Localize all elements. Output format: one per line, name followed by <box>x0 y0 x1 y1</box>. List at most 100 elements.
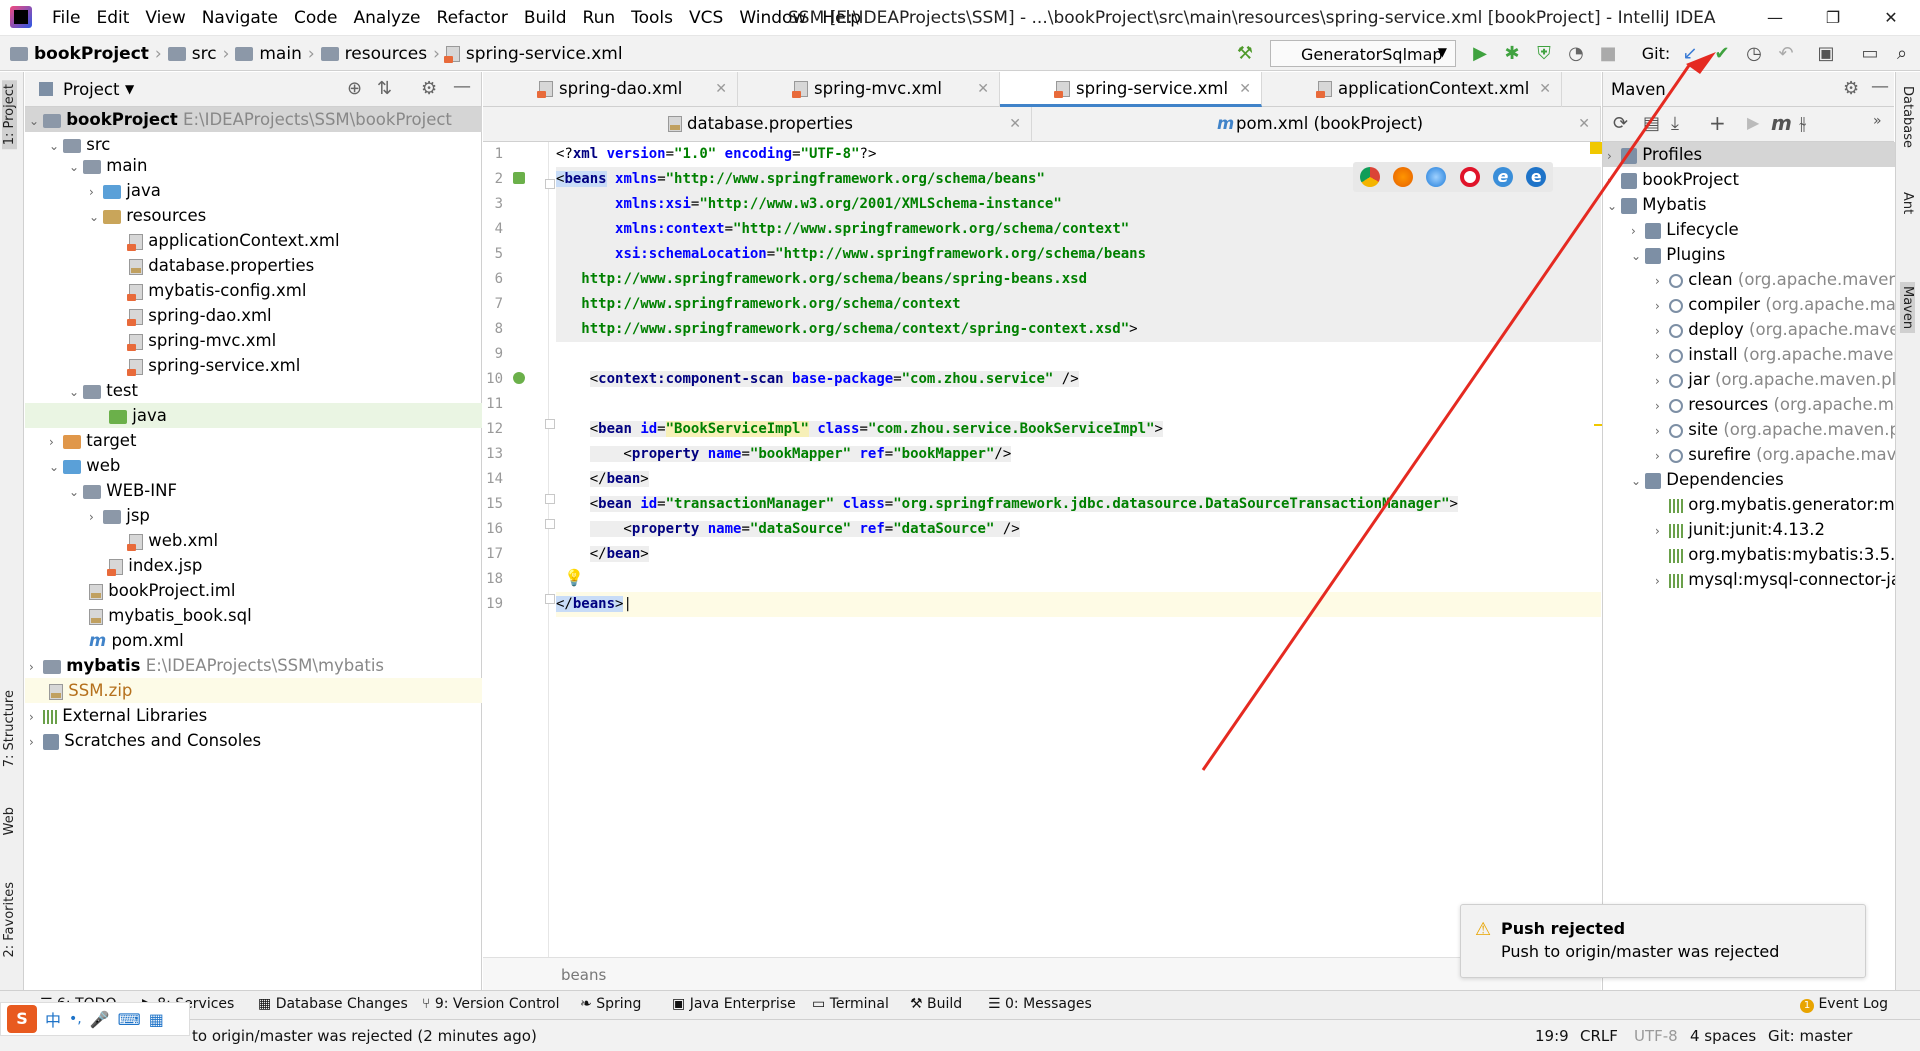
tree-item-mybatis-book-sql[interactable]: mybatis_book.sql <box>25 603 482 628</box>
maven-plugin-jar[interactable]: › jar (org.apache.maven.plu <box>1603 367 1895 392</box>
warning-marker-icon[interactable] <box>1590 142 1602 154</box>
fold-icon[interactable] <box>545 594 555 604</box>
run-icon[interactable]: ▶ <box>1470 44 1490 64</box>
tab-favorites[interactable]: 2: Favorites <box>2 882 17 958</box>
status-vcs-branch[interactable]: Git: master <box>1768 1027 1852 1045</box>
fold-icon[interactable] <box>545 494 555 504</box>
tool-version-control[interactable]: ⑂ 9: Version Control <box>422 996 559 1012</box>
apps-grid-icon[interactable]: ▦ <box>149 1010 164 1029</box>
crumb-main[interactable]: main <box>259 44 301 64</box>
spring-scan-icon[interactable] <box>513 372 525 384</box>
tree-item-spring-mvc[interactable]: spring-mvc.xml <box>25 328 482 353</box>
maven-plugin-compiler[interactable]: › compiler (org.apache.mav <box>1603 292 1895 317</box>
maven-plugin-install[interactable]: › install (org.apache.maven. <box>1603 342 1895 367</box>
punctuation-icon[interactable]: •, <box>69 1011 82 1027</box>
fold-icon[interactable] <box>545 179 555 189</box>
tree-item-database-properties[interactable]: database.properties <box>25 253 482 278</box>
microphone-icon[interactable]: 🎤 <box>90 1010 110 1029</box>
tree-item-spring-service[interactable]: spring-service.xml <box>25 353 482 378</box>
push-rejected-notification[interactable]: ⚠ Push rejected Push to origin/master wa… <box>1460 904 1866 978</box>
menu-edit[interactable]: Edit <box>88 8 137 28</box>
sogou-logo-icon[interactable]: S <box>7 1005 37 1033</box>
toggle-offline-icon[interactable]: ⫳ <box>1799 113 1806 134</box>
tab-maven[interactable]: Maven <box>1900 282 1915 334</box>
maven-dep-junit[interactable]: › junit:junit:4.13.2 <box>1603 517 1895 542</box>
search-icon[interactable]: ⌕ <box>1892 44 1912 64</box>
menu-code[interactable]: Code <box>286 8 346 28</box>
crumb-project[interactable]: bookProject <box>34 44 149 64</box>
tree-item-bookproject[interactable]: ⌄ bookProject E:\IDEAProjects\SSM\bookPr… <box>25 107 482 132</box>
menu-file[interactable]: File <box>44 8 88 28</box>
tab-spring-service[interactable]: spring-service.xml ✕ <box>1000 72 1262 107</box>
menu-tools[interactable]: Tools <box>623 8 681 28</box>
tree-item-java[interactable]: › java <box>25 178 482 203</box>
run-icon[interactable]: ▶ <box>1747 113 1759 132</box>
status-indent[interactable]: 4 spaces <box>1690 1027 1756 1045</box>
menu-view[interactable]: View <box>137 8 193 28</box>
editor-breadcrumb[interactable]: beans <box>483 957 1601 990</box>
reload-icon[interactable]: ⟳ <box>1613 113 1628 134</box>
tree-item-web[interactable]: ⌄ web <box>25 453 482 478</box>
tree-item-target[interactable]: › target <box>25 428 482 453</box>
tree-item-mybatis-config[interactable]: mybatis-config.xml <box>25 278 482 303</box>
tree-item-resources[interactable]: ⌄ resources <box>25 203 482 228</box>
menu-run[interactable]: Run <box>575 8 624 28</box>
tree-item-jsp[interactable]: › jsp <box>25 503 482 528</box>
keyboard-icon[interactable]: ⌨ <box>118 1010 141 1029</box>
opera-icon[interactable] <box>1459 167 1480 187</box>
tool-database-changes[interactable]: ▦ Database Changes <box>258 996 408 1012</box>
tab-web[interactable]: Web <box>2 807 17 835</box>
code-editor[interactable]: <?xml version="1.0" encoding="UTF-8"?> <… <box>556 142 1612 957</box>
tree-item-web-xml[interactable]: web.xml <box>25 528 482 553</box>
tool-java-enterprise[interactable]: ▣ Java Enterprise <box>672 996 796 1012</box>
hide-icon[interactable]: — <box>453 76 471 97</box>
status-line-separator[interactable]: CRLF <box>1580 1027 1618 1045</box>
spring-bean-icon[interactable] <box>513 172 525 184</box>
git-update-icon[interactable]: ↙ <box>1680 44 1700 64</box>
crumb-src[interactable]: src <box>192 44 217 64</box>
edge-icon[interactable]: e <box>1526 167 1547 187</box>
status-encoding[interactable]: UTF-8 <box>1634 1027 1678 1045</box>
minimize-icon[interactable]: — <box>1746 0 1804 36</box>
fold-icon[interactable] <box>545 419 555 429</box>
presentation-icon[interactable]: ▭ <box>1860 44 1880 64</box>
git-rollback-icon[interactable]: ↶ <box>1776 44 1796 64</box>
maven-dependencies[interactable]: ⌄ Dependencies <box>1603 467 1895 492</box>
tree-item-mybatis[interactable]: › mybatis E:\IDEAProjects\SSM\mybatis <box>25 653 482 678</box>
maven-bookproject[interactable]: › bookProject <box>1603 167 1895 192</box>
hide-icon[interactable]: — <box>1871 76 1889 97</box>
maven-plugins[interactable]: ⌄ Plugins <box>1603 242 1895 267</box>
firefox-icon[interactable] <box>1392 167 1413 187</box>
build-hammer-icon[interactable]: ⚒ <box>1235 44 1255 64</box>
status-message[interactable]: to origin/master was rejected (2 minutes… <box>192 1027 537 1045</box>
git-commit-icon[interactable]: ✔ <box>1712 44 1732 64</box>
crumb-file[interactable]: spring-service.xml <box>466 44 623 64</box>
chrome-icon[interactable] <box>1359 167 1380 187</box>
download-icon[interactable]: ⤓ <box>1671 113 1679 134</box>
tree-item-bookproject-iml[interactable]: bookProject.iml <box>25 578 482 603</box>
maven-plugin-surefire[interactable]: › surefire (org.apache.mave <box>1603 442 1895 467</box>
run-configuration-select[interactable]: GeneratorSqlmap ▼ <box>1270 40 1456 67</box>
fold-icon[interactable] <box>545 519 555 529</box>
gear-icon[interactable]: ⚙ <box>421 78 437 99</box>
maven-plugin-clean[interactable]: › clean (org.apache.maven.p <box>1603 267 1895 292</box>
maximize-icon[interactable]: ❐ <box>1804 0 1862 36</box>
chinese-mode-icon[interactable]: 中 <box>45 1007 61 1031</box>
tab-spring-dao[interactable]: spring-dao.xml ✕ <box>483 72 738 107</box>
tree-item-external-libraries[interactable]: › External Libraries <box>25 703 482 728</box>
maven-dep-generator[interactable]: org.mybatis.generator:my <box>1603 492 1895 517</box>
tab-applicationcontext[interactable]: applicationContext.xml ✕ <box>1262 72 1562 107</box>
tab-spring-mvc[interactable]: spring-mvc.xml ✕ <box>738 72 1000 107</box>
ie-icon[interactable]: e <box>1492 167 1513 187</box>
menu-analyze[interactable]: Analyze <box>346 8 429 28</box>
tree-item-applicationcontext[interactable]: applicationContext.xml <box>25 228 482 253</box>
safari-icon[interactable] <box>1426 167 1447 187</box>
tree-item-test-java[interactable]: java <box>25 403 482 428</box>
tree-item-spring-dao[interactable]: spring-dao.xml <box>25 303 482 328</box>
tree-item-web-inf[interactable]: ⌄ WEB-INF <box>25 478 482 503</box>
chevron-down-icon[interactable]: ▼ <box>125 82 134 96</box>
tree-item-test[interactable]: ⌄ test <box>25 378 482 403</box>
more-icon[interactable]: » <box>1873 113 1882 129</box>
status-position[interactable]: 19:9 <box>1535 1027 1569 1045</box>
maven-profiles[interactable]: › Profiles <box>1603 142 1895 167</box>
